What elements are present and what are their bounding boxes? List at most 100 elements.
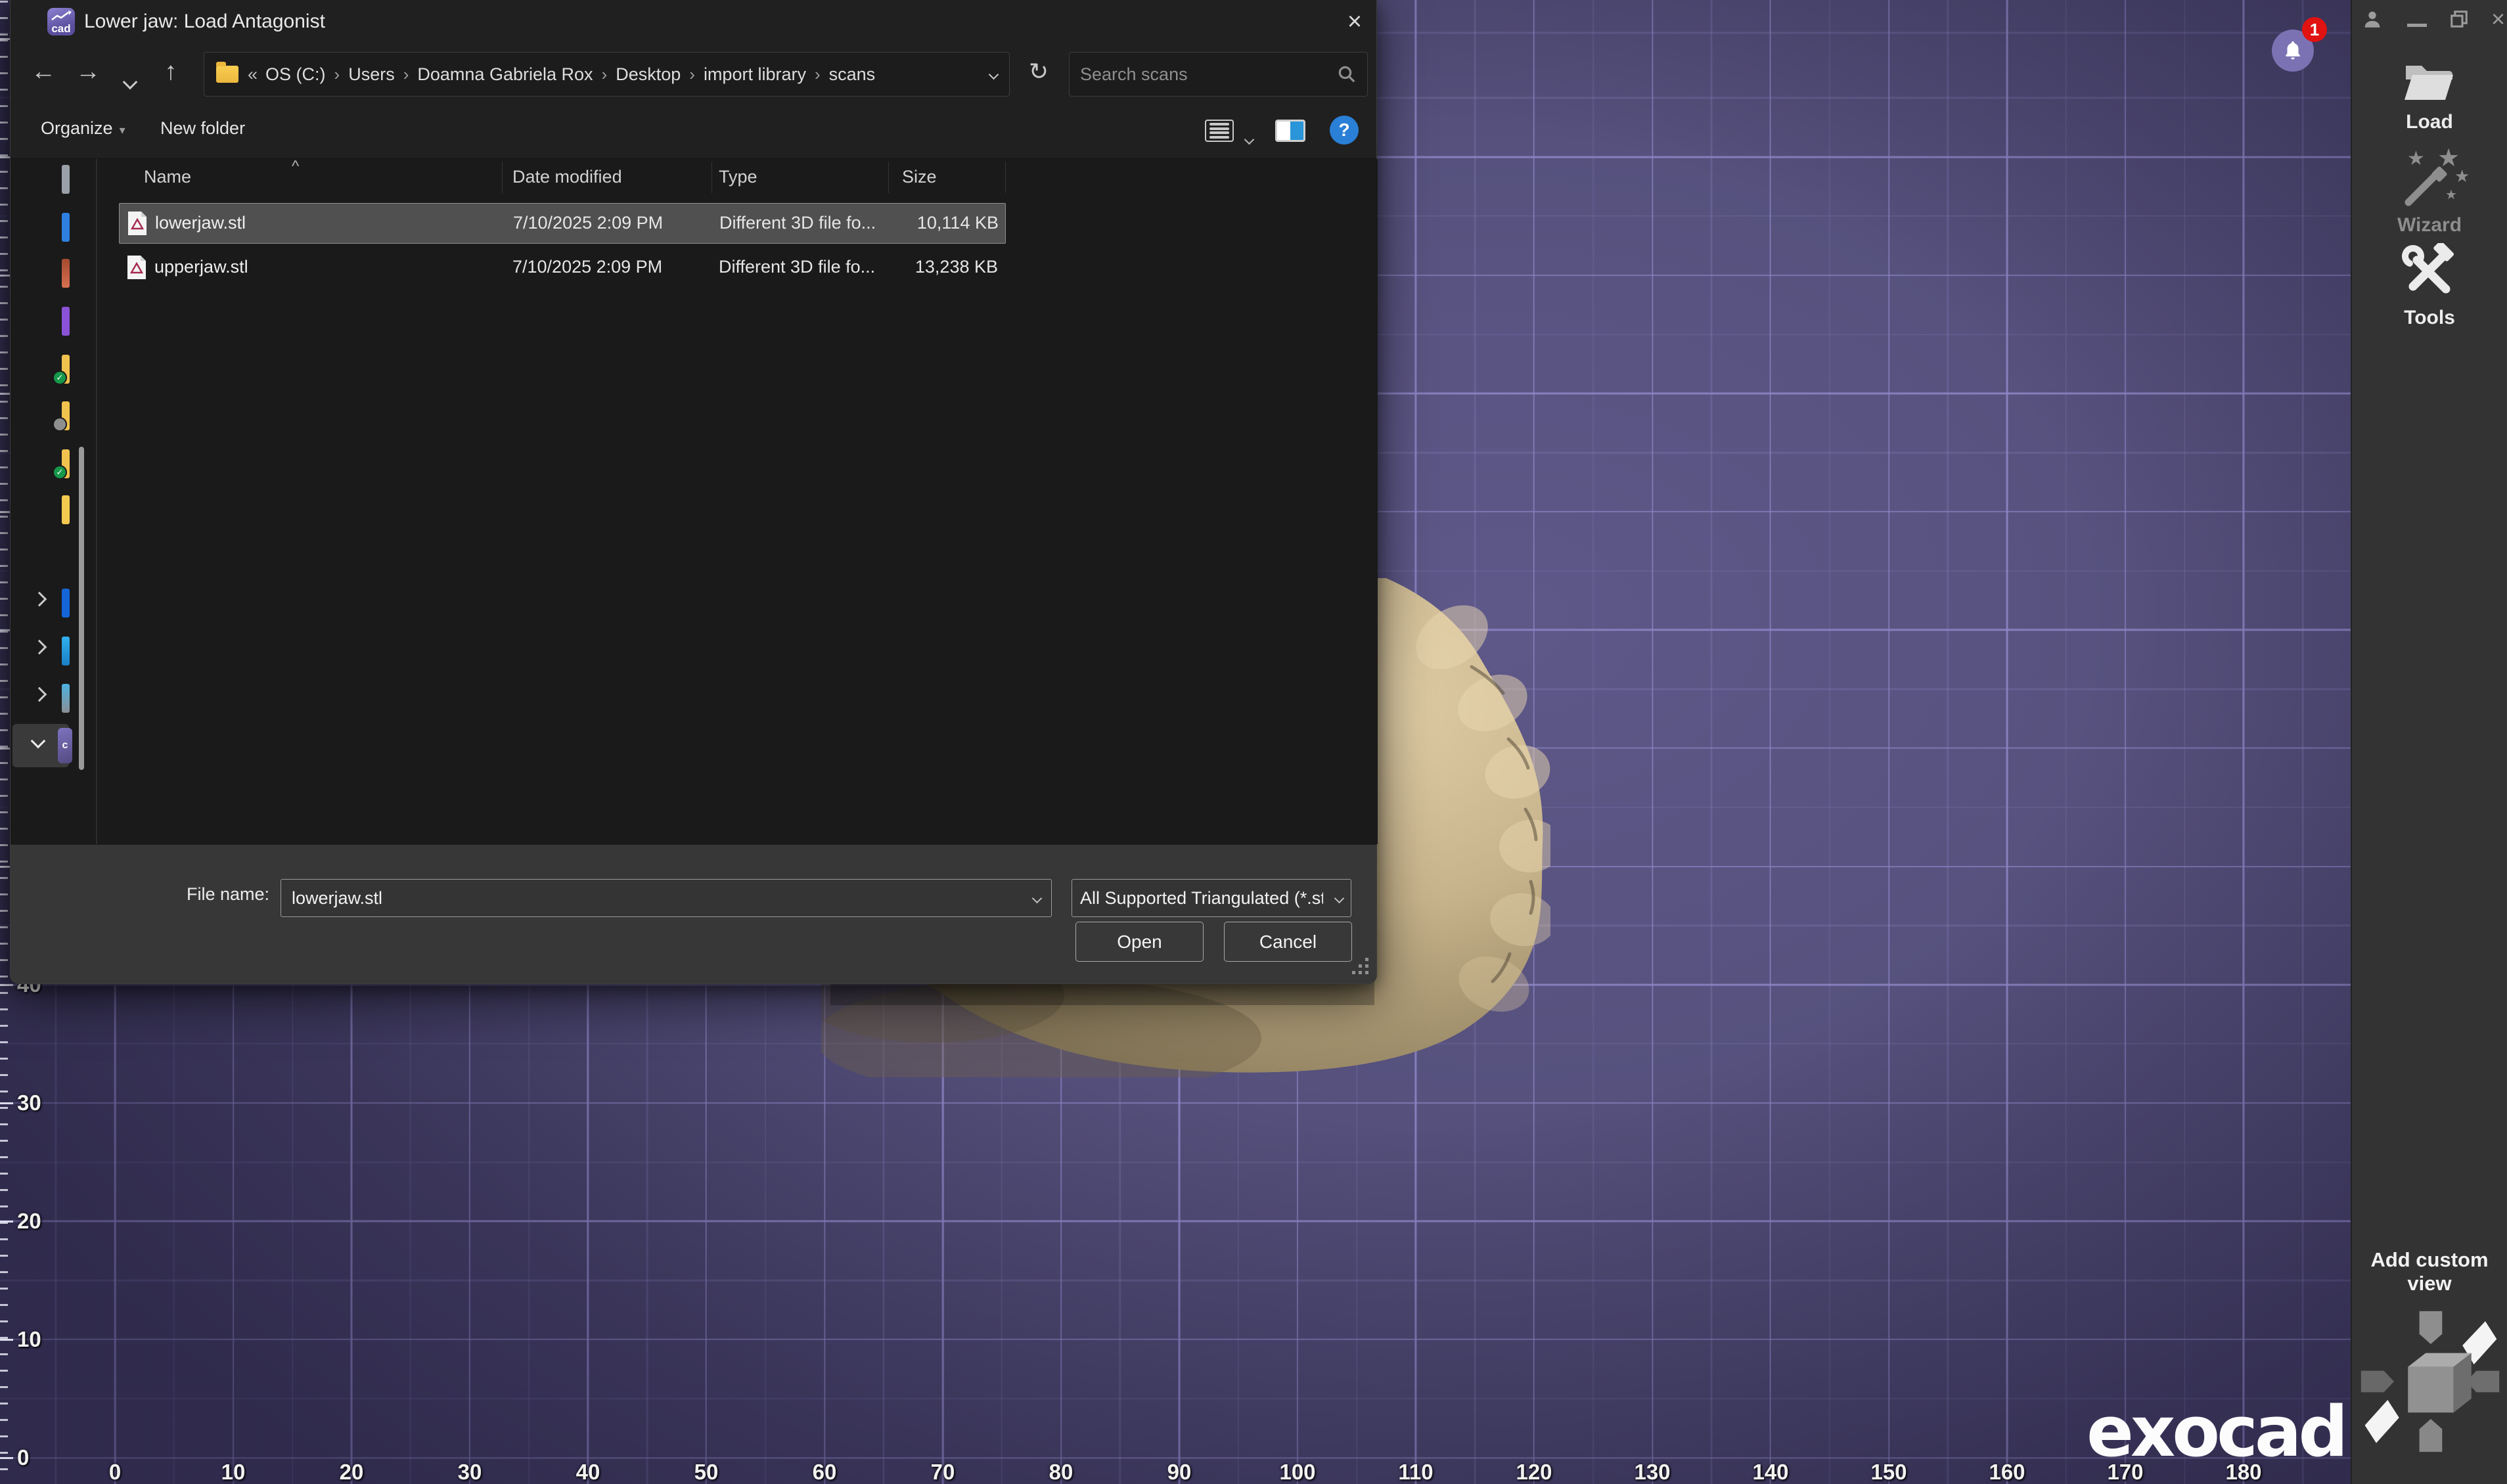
x-axis-label: 20 xyxy=(340,1460,364,1484)
search-input[interactable]: Search scans xyxy=(1069,52,1368,97)
preview-pane-icon[interactable] xyxy=(1275,120,1305,142)
organize-caret-icon: ▾ xyxy=(120,124,125,137)
breadcrumb-item[interactable]: import library xyxy=(704,64,806,85)
load-folder-icon xyxy=(2402,59,2457,102)
cancel-button[interactable]: Cancel xyxy=(1224,922,1352,962)
file-name: upperjaw.stl xyxy=(154,257,248,277)
bell-icon xyxy=(2282,39,2304,62)
recent-locations-chevron-icon[interactable] xyxy=(113,66,147,94)
sort-ascending-icon: ^ xyxy=(292,158,299,176)
column-header-date[interactable]: Date modified xyxy=(512,167,622,187)
breadcrumb-item[interactable]: Desktop xyxy=(616,64,681,85)
y-axis-label: 10 xyxy=(17,1327,41,1352)
user-account-icon[interactable] xyxy=(2361,8,2383,30)
open-button[interactable]: Open xyxy=(1075,922,1204,962)
back-icon[interactable]: ← xyxy=(26,58,60,86)
load-button[interactable]: Load xyxy=(2352,59,2507,133)
exocad-side-panel: × Load ★ ★ ★ ★ Wizard xyxy=(2351,0,2507,1484)
x-axis-label: 80 xyxy=(1049,1460,1073,1484)
column-header-size[interactable]: Size xyxy=(902,167,937,187)
file-type-dropdown-chevron-icon xyxy=(1334,893,1345,903)
list-view-icon[interactable] xyxy=(1205,120,1234,142)
file-row-lowerjaw[interactable]: lowerjaw.stl 7/10/2025 2:09 PM Different… xyxy=(119,203,1006,244)
up-icon[interactable]: ↑ xyxy=(154,58,188,86)
file-size: 13,238 KB xyxy=(894,257,998,277)
breadcrumb-item[interactable]: scans xyxy=(829,64,876,85)
file-row-upperjaw[interactable]: upperjaw.stl 7/10/2025 2:09 PM Different… xyxy=(119,248,1006,288)
minimize-icon[interactable] xyxy=(2407,24,2427,27)
dialog-close-button[interactable]: × xyxy=(1336,5,1373,38)
downloads-folder-icon[interactable] xyxy=(62,307,70,336)
synced-check-icon: ✓ xyxy=(53,371,67,385)
column-header-name[interactable]: Name xyxy=(144,167,191,187)
file-name-label: File name: xyxy=(187,884,269,905)
y-axis-label: 20 xyxy=(17,1209,41,1234)
breadcrumb-item[interactable]: OS (C:) xyxy=(265,64,326,85)
breadcrumb-overflow[interactable]: « xyxy=(248,64,258,85)
cad-data-icon[interactable]: c xyxy=(58,728,72,763)
tree-expand-this-pc-icon[interactable] xyxy=(34,642,45,656)
file-type: Different 3D file fo... xyxy=(719,257,875,277)
tree-expand-dropbox-icon[interactable] xyxy=(34,594,45,608)
close-icon[interactable]: × xyxy=(2491,5,2505,33)
this-pc-icon[interactable] xyxy=(62,637,70,665)
videos-folder-icon[interactable] xyxy=(62,495,70,524)
synced-check-icon: ✓ xyxy=(53,465,67,480)
gallery-icon[interactable] xyxy=(62,213,70,242)
folder-icon xyxy=(216,66,238,83)
breadcrumb-item[interactable]: Users xyxy=(348,64,395,85)
tree-expand-network-icon[interactable] xyxy=(34,689,45,703)
add-custom-view-button[interactable]: Add custom view xyxy=(2352,1248,2507,1295)
x-axis-label: 110 xyxy=(1398,1460,1433,1484)
dialog-toolbar: Organize▾ New folder ? xyxy=(11,104,1376,159)
file-type-select[interactable]: All Supported Triangulated (*.stl xyxy=(1072,879,1351,917)
cloud-status-icon xyxy=(53,417,67,432)
resize-grip-icon[interactable] xyxy=(1352,958,1369,975)
dropbox-icon[interactable] xyxy=(62,589,70,618)
file-date: 7/10/2025 2:09 PM xyxy=(512,257,662,277)
y-axis-label: 0 xyxy=(17,1445,29,1470)
file-name-dropdown-chevron-icon[interactable] xyxy=(1032,893,1043,903)
address-dropdown-chevron-icon[interactable] xyxy=(989,69,999,79)
notification-badge: 1 xyxy=(2302,17,2327,42)
search-icon xyxy=(1337,64,1357,84)
help-icon[interactable]: ? xyxy=(1330,116,1359,145)
x-axis-label: 40 xyxy=(576,1460,600,1484)
new-folder-button[interactable]: New folder xyxy=(160,118,245,139)
breadcrumb[interactable]: « OS (C:) › Users › Doamna Gabriela Rox … xyxy=(204,52,1010,97)
desktop-folder-icon[interactable] xyxy=(62,259,70,288)
dialog-navigation-row: ← → ↑ « OS (C:) › Users › Doamna Gabriel… xyxy=(11,43,1376,104)
nav-pane-scrollbar[interactable] xyxy=(79,447,84,770)
file-name-input[interactable]: lowerjaw.stl xyxy=(281,879,1052,917)
x-axis-label: 50 xyxy=(694,1460,719,1484)
forward-icon[interactable]: → xyxy=(71,58,105,86)
view-cube-widget[interactable] xyxy=(2357,1299,2503,1467)
x-axis-label: 150 xyxy=(1870,1460,1907,1484)
load-antagonist-dialog: cad Lower jaw: Load Antagonist × ← → ↑ «… xyxy=(10,0,1377,984)
restore-icon[interactable] xyxy=(2449,9,2469,29)
breadcrumb-item[interactable]: Doamna Gabriela Rox xyxy=(417,64,593,85)
network-icon[interactable] xyxy=(62,684,70,713)
x-axis-label: 60 xyxy=(813,1460,837,1484)
home-icon[interactable] xyxy=(62,165,70,194)
refresh-icon[interactable]: ↻ xyxy=(1022,58,1055,85)
view-cube-icon xyxy=(2357,1299,2503,1464)
file-type: Different 3D file fo... xyxy=(719,213,876,233)
y-axis-label: 30 xyxy=(17,1091,41,1115)
x-axis-label: 10 xyxy=(221,1460,246,1484)
dialog-titlebar[interactable]: cad Lower jaw: Load Antagonist × xyxy=(11,0,1376,43)
dialog-footer: File name: lowerjaw.stl All Supported Tr… xyxy=(11,844,1376,983)
tools-button[interactable]: Tools xyxy=(2352,243,2507,329)
tree-collapse-cad-icon[interactable] xyxy=(33,736,43,750)
pane-divider[interactable] xyxy=(96,159,97,844)
x-axis-label: 0 xyxy=(109,1460,121,1484)
column-header-type[interactable]: Type xyxy=(719,167,757,187)
file-date: 7/10/2025 2:09 PM xyxy=(513,213,663,233)
stl-file-icon xyxy=(127,211,147,236)
wizard-button[interactable]: ★ ★ ★ ★ Wizard xyxy=(2352,152,2507,236)
exocad-watermark: exocad xyxy=(2087,1391,2345,1472)
x-axis-label: 30 xyxy=(458,1460,482,1484)
exocad-app-icon: cad xyxy=(47,8,75,35)
organize-button[interactable]: Organize▾ xyxy=(41,118,125,139)
view-options-caret-icon[interactable] xyxy=(1246,127,1253,148)
